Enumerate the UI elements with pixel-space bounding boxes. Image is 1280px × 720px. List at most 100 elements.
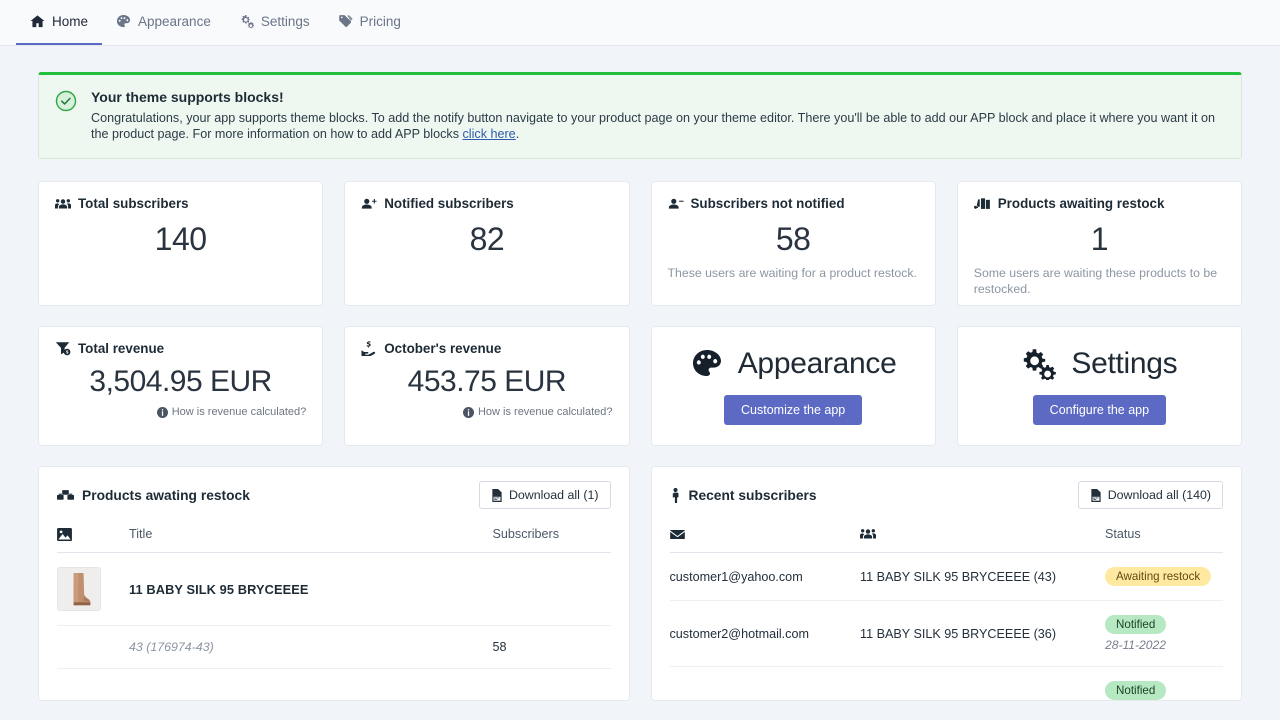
configure-app-button[interactable]: Configure the app: [1032, 395, 1167, 426]
stat-card-header: Subscribers not notified: [668, 196, 919, 211]
panel-header: Products awating restock Download all (1…: [57, 481, 611, 510]
download-all-subscribers-label: Download all (140): [1107, 488, 1211, 503]
action-card-appearance: Appearance Customize the app: [650, 326, 936, 447]
stat-card-note: Some users are waiting these products to…: [973, 266, 1218, 297]
column-header-product: [860, 521, 1105, 554]
revenue-card-value: 3,504.95 EUR: [89, 365, 272, 399]
tag-icon: [338, 14, 353, 29]
funnel-dollar-icon: $: [55, 341, 71, 356]
revenue-explain-link[interactable]: How is revenue calculated?: [55, 406, 306, 418]
column-header-subscribers: Subscribers: [492, 521, 611, 554]
gears-icon: [239, 14, 254, 29]
subscriber-status-cell: Notified: [1105, 666, 1223, 701]
person-icon: [670, 487, 681, 503]
stat-card-note: These users are waiting for a product re…: [667, 266, 917, 281]
nav-tab-pricing[interactable]: Pricing: [324, 0, 415, 45]
palette-icon: [116, 14, 131, 29]
page-content: Your theme supports blocks! Congratulati…: [0, 46, 1280, 702]
file-download-icon: [1090, 488, 1102, 502]
revenue-explain-label: How is revenue calculated?: [171, 406, 307, 419]
subscriber-email-cell: customer2@hotmail.com: [669, 600, 860, 668]
product-variant-cell: 43 (176974-43): [129, 625, 493, 670]
action-card-settings: Settings Configure the app: [956, 326, 1242, 447]
stat-card-total-subscribers: Total subscribers 140: [38, 181, 324, 307]
panel-title-group: Recent subscribers: [670, 487, 817, 503]
check-circle-icon: [55, 90, 77, 112]
stat-card-value: 82: [469, 221, 505, 258]
stat-card-header: Products awaiting restock: [973, 196, 1225, 211]
download-all-products-button[interactable]: Download all (1): [478, 481, 611, 510]
table-row[interactable]: customer1@yahoo.com 11 BABY SILK 95 BRYC…: [669, 552, 1223, 602]
users-icon: [860, 527, 1105, 541]
info-circle-icon: [462, 406, 474, 418]
stat-card-label: Subscribers not notified: [690, 196, 845, 212]
subscribers-table-body: customer1@yahoo.com 11 BABY SILK 95 BRYC…: [669, 552, 1223, 701]
download-all-products-label: Download all (1): [508, 488, 599, 503]
revenue-card-value: 453.75 EUR: [407, 365, 567, 399]
banner-click-here-link[interactable]: click here: [463, 127, 516, 141]
gears-icon: [1021, 348, 1057, 381]
subscribers-table-header: Status: [669, 521, 1223, 554]
revenue-card-label: October's revenue: [384, 341, 502, 357]
download-all-subscribers-button[interactable]: Download all (140): [1077, 481, 1223, 510]
status-badge: Awaiting restock: [1105, 567, 1212, 587]
status-badge: Notified: [1105, 615, 1167, 635]
table-header-row: Status: [669, 521, 1223, 554]
user-plus-icon: [361, 197, 377, 211]
revenue-card-header: $ Total revenue: [55, 341, 306, 356]
subscribers-table: Status customer1@yahoo.com 11 BABY SILK …: [669, 521, 1223, 701]
revenue-card-total: $ Total revenue 3,504.95 EUR How is reve…: [38, 326, 324, 447]
nav-tab-pricing-label: Pricing: [359, 14, 401, 29]
nav-tab-appearance-label: Appearance: [138, 14, 211, 29]
image-icon: [57, 527, 129, 541]
action-card-title: Settings: [1071, 347, 1178, 381]
products-table: Title Subscribers 11 BABY SILK 95 BRYCEE…: [57, 521, 611, 670]
product-title-cell: 11 BABY SILK 95 BRYCEEEE: [129, 552, 493, 627]
revenue-card-header: October's revenue: [361, 341, 612, 357]
svg-text:$: $: [66, 350, 69, 355]
table-header-row: Title Subscribers: [57, 521, 611, 554]
product-subscribers-cell: [492, 552, 611, 627]
nav-tab-home-label: Home: [52, 14, 89, 29]
customize-app-button[interactable]: Customize the app: [724, 395, 863, 426]
stats-row: Total subscribers 140 Notified subscribe…: [38, 181, 1242, 307]
banner-text-part2: .: [515, 126, 520, 141]
stat-card-header: Notified subscribers: [361, 196, 612, 211]
products-table-body: 11 BABY SILK 95 BRYCEEEE 43 (176974-43) …: [57, 552, 611, 670]
action-card-title: Appearance: [737, 347, 897, 381]
nav-tab-settings[interactable]: Settings: [225, 0, 324, 45]
subscriber-product-cell: 11 BABY SILK 95 BRYCEEEE (36): [860, 600, 1105, 668]
panel-title-label: Products awating restock: [82, 487, 250, 503]
info-circle-icon: [156, 406, 168, 418]
panel-title-label: Recent subscribers: [688, 487, 817, 503]
product-thumbnail-cell: [57, 552, 129, 627]
home-icon: [30, 14, 45, 29]
theme-support-banner: Your theme supports blocks! Congratulati…: [38, 72, 1242, 160]
product-subscribers-cell: 58: [492, 625, 611, 670]
table-row[interactable]: Notified: [669, 666, 1223, 701]
nav-tab-home[interactable]: Home: [16, 0, 103, 45]
stat-card-label: Notified subscribers: [384, 196, 514, 212]
banner-title: Your theme supports blocks!: [91, 89, 284, 105]
action-card-title-group: Settings: [1021, 347, 1178, 381]
banner-description: Congratulations, your app supports theme…: [91, 111, 1225, 142]
revenue-explain-link[interactable]: How is revenue calculated?: [361, 406, 613, 418]
stat-card-value: 140: [154, 221, 207, 258]
table-row[interactable]: 11 BABY SILK 95 BRYCEEEE: [57, 552, 611, 627]
product-thumbnail-cell: [57, 625, 129, 670]
nav-tab-appearance[interactable]: Appearance: [102, 0, 225, 45]
file-download-icon: [491, 488, 503, 502]
boxes-icon: [57, 488, 74, 502]
subscriber-email-cell: [669, 666, 860, 701]
stat-card-value: 1: [1090, 221, 1109, 258]
column-header-email: [669, 521, 860, 554]
revenue-card-label: Total revenue: [78, 341, 165, 357]
stat-card-products-awaiting-restock: Products awaiting restock 1 Some users a…: [956, 181, 1242, 307]
table-row[interactable]: customer2@hotmail.com 11 BABY SILK 95 BR…: [669, 600, 1223, 668]
recent-subscribers-panel: Recent subscribers Download all (140) St…: [650, 466, 1242, 702]
table-row[interactable]: 43 (176974-43) 58: [57, 625, 611, 670]
users-icon: [55, 197, 71, 211]
product-title: 11 BABY SILK 95 BRYCEEEE: [129, 581, 309, 597]
truck-loading-icon: [973, 197, 991, 211]
main-navigation: Home Appearance Settings Pricing: [0, 0, 1280, 46]
